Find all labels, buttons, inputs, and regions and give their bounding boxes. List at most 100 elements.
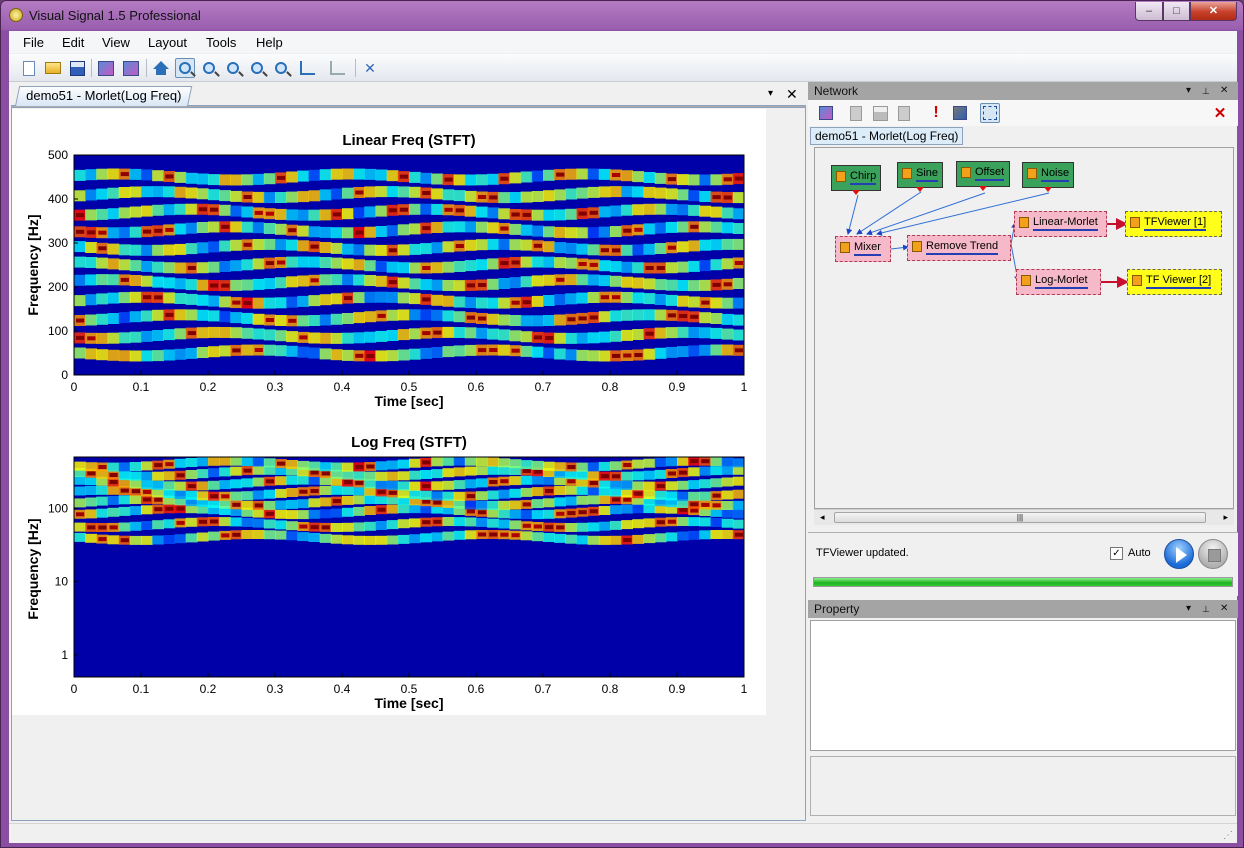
node-tfviewer-1[interactable]: TFViewer [1] — [1125, 211, 1222, 237]
close-tab-icon[interactable]: ✕ — [786, 86, 798, 103]
zoom-in-button[interactable] — [199, 58, 219, 78]
zoom-fit-button[interactable] — [247, 58, 267, 78]
network-pane-menu-icon[interactable]: ▾ — [1186, 82, 1191, 100]
save-module-button[interactable] — [870, 103, 890, 123]
close-window-button[interactable]: ✕ — [1190, 2, 1237, 21]
heatmap-cell — [688, 190, 700, 202]
menu-bar: File Edit View Layout Tools Help — [9, 31, 1237, 53]
property-pane-pin-icon[interactable]: ⊥ — [1202, 600, 1210, 618]
network-scrollbar[interactable]: ◂ ||| ▸ — [814, 509, 1234, 525]
select-region-button[interactable] — [980, 103, 1000, 123]
add-module-button[interactable] — [816, 103, 836, 123]
heatmap-cell — [286, 345, 298, 357]
save-button[interactable] — [67, 58, 87, 78]
scroll-right-icon[interactable]: ▸ — [1223, 512, 1228, 523]
document-area: demo51 - Morlet(Log Freq) ▾ ✕ Linear Fre… — [11, 84, 806, 821]
node-remove-trend[interactable]: Remove Trend — [907, 235, 1011, 261]
heatmap-cell — [587, 244, 600, 256]
heatmap-cell — [386, 350, 399, 362]
node-offset[interactable]: Offset — [956, 161, 1010, 191]
maximize-button[interactable]: □ — [1163, 2, 1190, 21]
heatmap-cell — [263, 344, 276, 356]
property-pane-header[interactable]: Property ▾ ⊥ ✕ — [808, 600, 1238, 618]
title-bar[interactable]: Visual Signal 1.5 Professional – □ ✕ — [1, 1, 1243, 31]
minimize-button[interactable]: – — [1135, 2, 1163, 21]
property-pane-close-icon[interactable]: ✕ — [1220, 600, 1228, 618]
heatmap-cell — [85, 314, 97, 326]
menu-file[interactable]: File — [23, 35, 44, 50]
zoom-out-button[interactable] — [223, 58, 243, 78]
resize-grip-icon[interactable]: ⋰ — [1223, 830, 1233, 841]
heatmap-cell — [610, 310, 622, 322]
heatmap-peak — [232, 502, 241, 507]
zoom-x-button[interactable] — [271, 58, 291, 78]
heatmap-cell — [375, 480, 388, 490]
heatmap-cell — [241, 530, 254, 539]
warning-button[interactable]: ! — [926, 103, 946, 123]
heatmap-cell — [520, 460, 533, 470]
node-sine[interactable]: Sine — [897, 162, 943, 192]
heatmap-cell — [208, 326, 220, 338]
node-chirp[interactable]: Chirp — [831, 165, 881, 195]
delete-module-button[interactable]: ✕ — [1210, 103, 1230, 123]
network-pane-header[interactable]: Network ▾ ⊥ ✕ — [808, 82, 1238, 100]
auto-checkbox[interactable]: ✓ — [1110, 547, 1123, 560]
network-canvas[interactable]: Chirp Sine Offset Noise Mixer Remove Tre… — [814, 147, 1234, 509]
heatmap-peak — [712, 282, 721, 287]
menu-help[interactable]: Help — [256, 35, 283, 50]
heatmap-peak — [466, 509, 475, 514]
heatmap-peak — [667, 471, 676, 476]
menu-view[interactable]: View — [102, 35, 130, 50]
scroll-thumb[interactable]: ||| — [834, 512, 1206, 523]
heatmap-cell — [409, 203, 421, 215]
heatmap-cell — [643, 504, 656, 514]
scroll-track[interactable]: ◂ ||| ▸ — [814, 509, 1234, 525]
heatmap-peak — [634, 353, 643, 357]
node-mixer[interactable]: Mixer — [835, 236, 891, 262]
copy-image-button[interactable] — [96, 58, 116, 78]
network-pane-pin-icon[interactable]: ⊥ — [1202, 82, 1210, 100]
menu-layout[interactable]: Layout — [148, 35, 187, 50]
copy-module-button[interactable] — [846, 103, 866, 123]
network-pane-close-icon[interactable]: ✕ — [1220, 82, 1228, 100]
scroll-left-icon[interactable]: ◂ — [820, 512, 825, 523]
document-tab[interactable]: demo51 - Morlet(Log Freq) — [15, 86, 193, 106]
heatmap-cell — [185, 243, 198, 255]
node-tfviewer-2[interactable]: TF Viewer [2] — [1127, 269, 1222, 295]
tf-plots[interactable]: Linear Freq (STFT) 0 0.1 0.2 0.3 0.4 0.5 0.6 0.… — [12, 109, 766, 715]
heatmap-cell — [498, 297, 511, 309]
menu-edit[interactable]: Edit — [62, 35, 84, 50]
heatmap-cell — [174, 481, 187, 491]
node-linear-morlet[interactable]: Linear-Morlet — [1014, 211, 1107, 237]
node-noise[interactable]: Noise — [1022, 162, 1074, 192]
tab-list-menu-icon[interactable]: ▾ — [768, 88, 773, 99]
export-button[interactable] — [950, 103, 970, 123]
network-tab[interactable]: demo51 - Morlet(Log Freq) — [810, 127, 964, 145]
open-file-button[interactable] — [43, 58, 63, 78]
zoom-region-button[interactable] — [175, 58, 195, 78]
node-log-morlet[interactable]: Log-Morlet — [1016, 269, 1101, 295]
axis-scale-menu-button[interactable] — [323, 58, 351, 78]
heatmap-cell — [208, 468, 220, 478]
heatmap-peak — [500, 176, 509, 181]
paste-module-button[interactable] — [894, 103, 914, 123]
heatmap-cell — [208, 241, 220, 253]
heatmap-cell — [487, 465, 499, 475]
property-pane-menu-icon[interactable]: ▾ — [1186, 600, 1191, 618]
save-image-button[interactable] — [121, 58, 141, 78]
menu-tools[interactable]: Tools — [206, 35, 236, 50]
heatmap-cell — [531, 475, 544, 485]
heatmap-cell — [721, 222, 734, 234]
run-play-button[interactable] — [1164, 539, 1194, 569]
heatmap-peak — [87, 471, 96, 476]
heatmap-cell — [174, 262, 187, 274]
heatmap-peak — [210, 494, 219, 499]
property-grid[interactable] — [810, 620, 1236, 751]
new-file-button[interactable] — [19, 58, 39, 78]
heatmap-cell — [721, 477, 734, 487]
home-view-button[interactable] — [151, 58, 171, 78]
axis-scale-button[interactable] — [297, 58, 317, 78]
tools-settings-button[interactable]: ✕ — [360, 58, 380, 78]
plot-canvas[interactable]: Linear Freq (STFT) 0 0.1 0.2 0.3 0.4 0.5 0.6 0.… — [12, 109, 766, 715]
stop-button[interactable] — [1198, 539, 1228, 569]
